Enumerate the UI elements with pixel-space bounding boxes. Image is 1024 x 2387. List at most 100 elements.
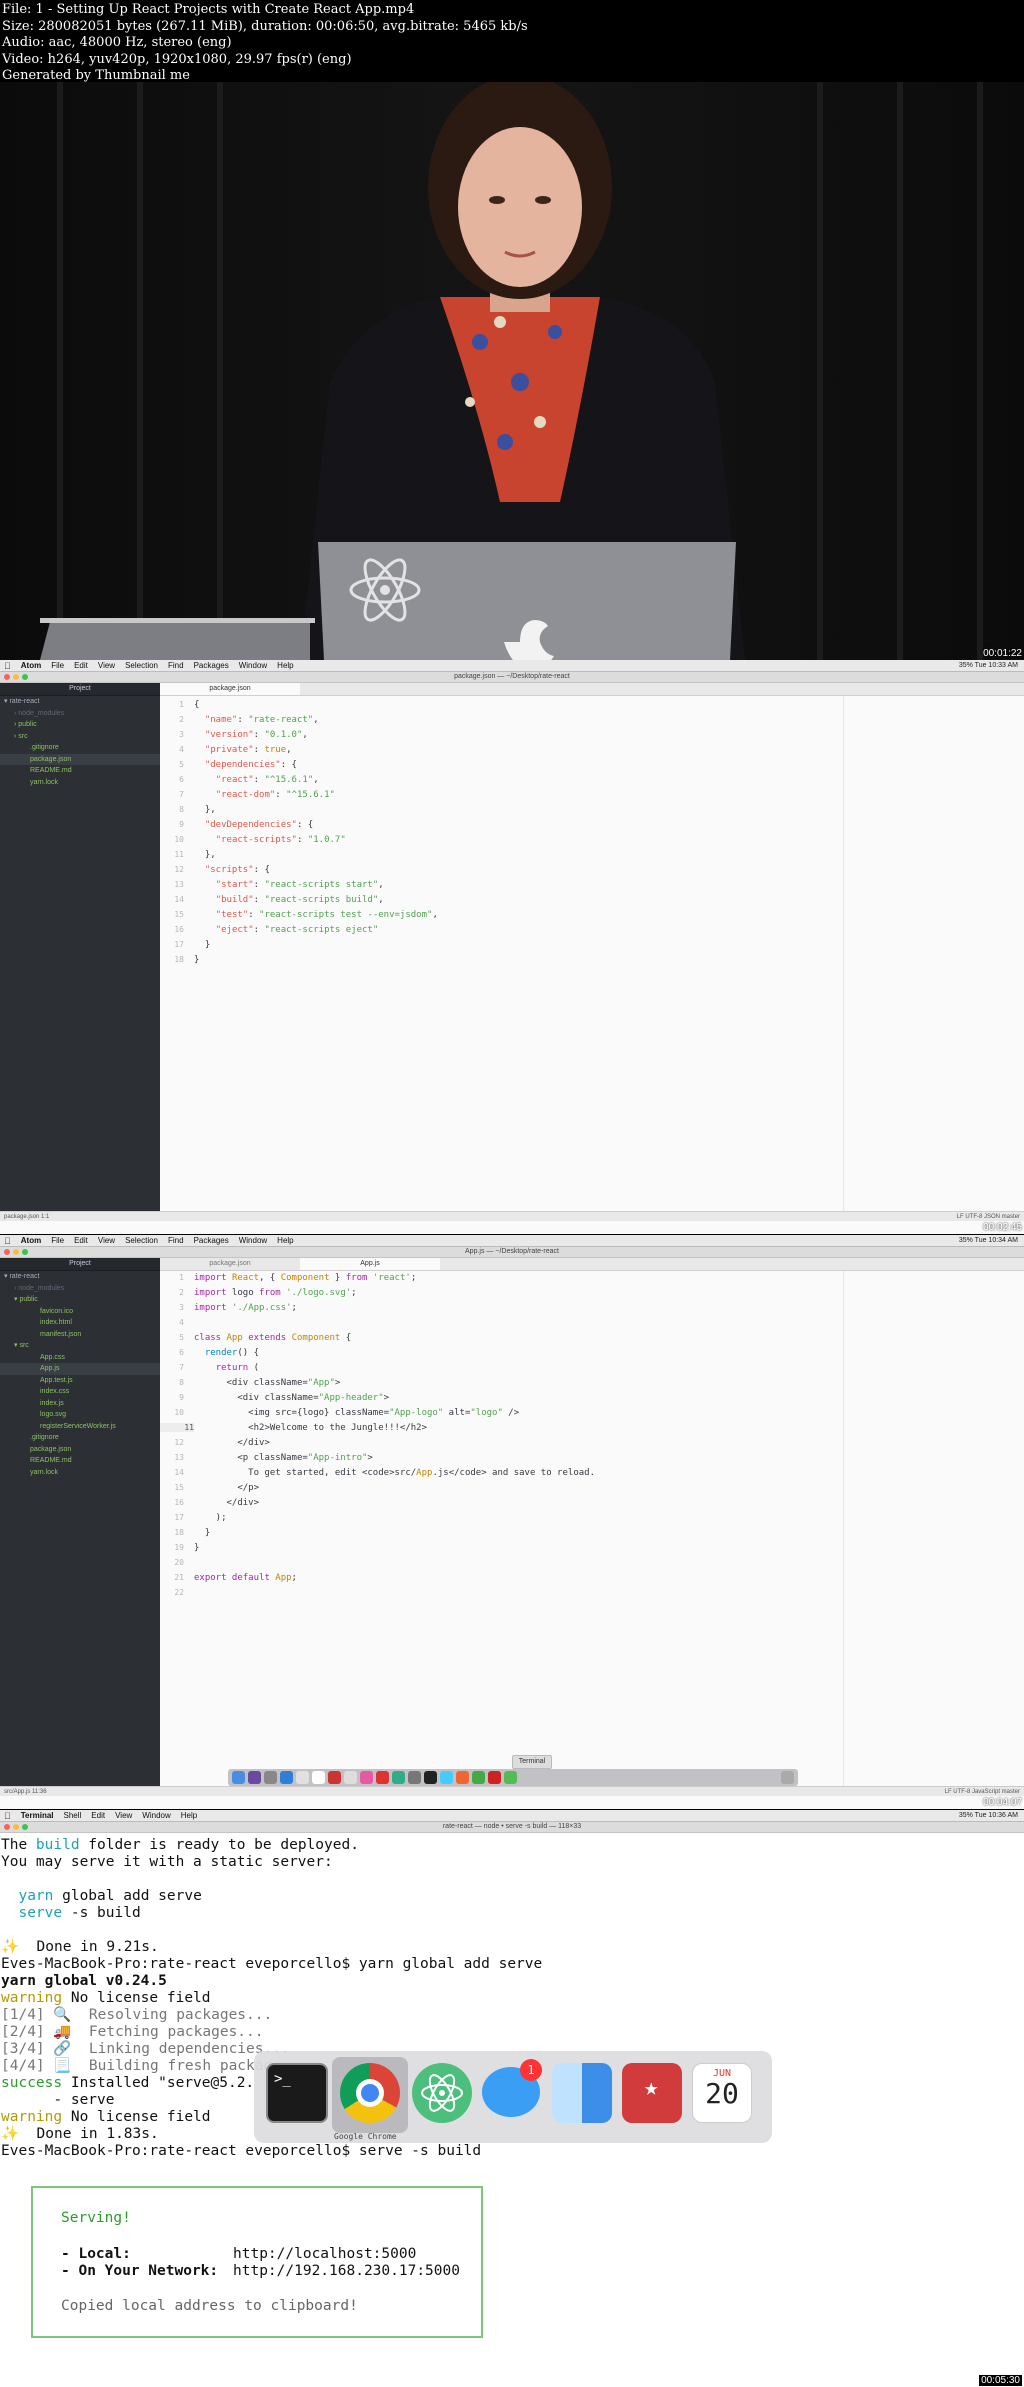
tree-item-folder[interactable]: › src bbox=[0, 731, 160, 743]
tree-item-root[interactable]: ▾ rate-react bbox=[0, 696, 160, 708]
tree-item-folder[interactable]: › public bbox=[0, 719, 160, 731]
trash-icon[interactable] bbox=[781, 1771, 794, 1784]
mac-menubar:  Atom File Edit View Selection Find Pac… bbox=[0, 1235, 1024, 1247]
tree-item-file[interactable]: package.json bbox=[0, 753, 160, 765]
local-url[interactable]: http://localhost:5000 bbox=[233, 2246, 416, 2262]
close-icon[interactable] bbox=[4, 1824, 10, 1830]
timestamp: 00:01:22 bbox=[983, 648, 1022, 659]
menu-file[interactable]: File bbox=[51, 1236, 64, 1245]
finder-icon[interactable] bbox=[552, 2063, 612, 2123]
tree-item-file[interactable]: logo.svg bbox=[0, 1409, 160, 1421]
minimize-icon[interactable] bbox=[13, 1824, 19, 1830]
tree-item-folder[interactable]: › node_modules bbox=[0, 1283, 160, 1295]
menu-edit[interactable]: Edit bbox=[91, 1811, 105, 1820]
tree-item-file[interactable]: yarn.lock bbox=[0, 1467, 160, 1479]
apple-icon[interactable]:  bbox=[4, 1811, 11, 1821]
zoom-icon[interactable] bbox=[22, 1249, 28, 1255]
tree-item-file[interactable]: index.css bbox=[0, 1386, 160, 1398]
network-url[interactable]: http://192.168.230.17:5000 bbox=[233, 2263, 460, 2279]
menu-view[interactable]: View bbox=[98, 661, 115, 670]
menu-file[interactable]: File bbox=[51, 661, 64, 670]
tree-item-file[interactable]: App.js bbox=[0, 1363, 160, 1375]
photos-icon[interactable] bbox=[344, 1771, 357, 1784]
tree-item-file[interactable]: yarn.lock bbox=[0, 777, 160, 789]
ibooks-icon[interactable] bbox=[376, 1771, 389, 1784]
tree-item-file[interactable]: App.css bbox=[0, 1352, 160, 1364]
messages-icon[interactable] bbox=[440, 1771, 453, 1784]
window-title: App.js — ~/Desktop/rate-react bbox=[465, 1248, 559, 1255]
terminal-icon[interactable] bbox=[424, 1771, 437, 1784]
safari-icon[interactable] bbox=[280, 1771, 293, 1784]
chrome-icon[interactable] bbox=[472, 1771, 485, 1784]
atom-icon[interactable] bbox=[504, 1771, 517, 1784]
tab-app-js[interactable]: App.js bbox=[300, 1258, 440, 1270]
zoom-icon[interactable] bbox=[22, 674, 28, 680]
preferences-icon[interactable] bbox=[408, 1771, 421, 1784]
menubar-app[interactable]: Atom bbox=[21, 1236, 41, 1245]
menu-edit[interactable]: Edit bbox=[74, 661, 88, 670]
tab-package-json[interactable]: package.json bbox=[160, 683, 300, 695]
siri-icon[interactable] bbox=[248, 1771, 261, 1784]
itunes-icon[interactable] bbox=[360, 1771, 373, 1784]
menubar-app[interactable]: Atom bbox=[21, 661, 41, 670]
tree-item-file[interactable]: .gitignore bbox=[0, 742, 160, 754]
menu-selection[interactable]: Selection bbox=[125, 661, 158, 670]
menu-find[interactable]: Find bbox=[168, 1236, 184, 1245]
wunderlist-icon[interactable] bbox=[488, 1771, 501, 1784]
apple-icon[interactable]:  bbox=[4, 661, 11, 671]
close-icon[interactable] bbox=[4, 674, 10, 680]
code-editor[interactable]: package.json 1{ 2 "name": "rate-react", … bbox=[160, 683, 1024, 1212]
notes-icon[interactable] bbox=[296, 1771, 309, 1784]
menu-packages[interactable]: Packages bbox=[194, 661, 229, 670]
menu-packages[interactable]: Packages bbox=[194, 1236, 229, 1245]
tree-item-file[interactable]: index.html bbox=[0, 1317, 160, 1329]
menu-view[interactable]: View bbox=[115, 1811, 132, 1820]
tree-item-root[interactable]: ▾ rate-react bbox=[0, 1271, 160, 1283]
tab-bar: package.json App.js bbox=[160, 1258, 1024, 1271]
info-line: File: 1 - Setting Up React Projects with… bbox=[2, 2, 415, 17]
menu-window[interactable]: Window bbox=[239, 1236, 267, 1245]
tree-item-folder[interactable]: › node_modules bbox=[0, 708, 160, 720]
menu-view[interactable]: View bbox=[98, 1236, 115, 1245]
finder-icon[interactable] bbox=[232, 1771, 245, 1784]
tree-item-file[interactable]: README.md bbox=[0, 1455, 160, 1467]
menu-selection[interactable]: Selection bbox=[125, 1236, 158, 1245]
wunderlist-icon[interactable]: ★ bbox=[622, 2063, 682, 2123]
zoom-icon[interactable] bbox=[22, 1824, 28, 1830]
menu-window[interactable]: Window bbox=[142, 1811, 170, 1820]
menu-help[interactable]: Help bbox=[277, 1236, 293, 1245]
app-store-icon[interactable] bbox=[392, 1771, 405, 1784]
tree-item-file[interactable]: App.test.js bbox=[0, 1375, 160, 1387]
launchpad-icon[interactable] bbox=[264, 1771, 277, 1784]
photo-booth-icon[interactable] bbox=[328, 1771, 341, 1784]
file-info: File: 1 - Setting Up React Projects with… bbox=[0, 0, 1024, 83]
tree-item-folder[interactable]: ▾ public bbox=[0, 1294, 160, 1306]
menu-window[interactable]: Window bbox=[239, 661, 267, 670]
calendar-icon[interactable] bbox=[312, 1771, 325, 1784]
atom-icon[interactable] bbox=[412, 2063, 472, 2123]
menu-shell[interactable]: Shell bbox=[64, 1811, 82, 1820]
code-editor[interactable]: package.json App.js 1 import React, { Com… bbox=[160, 1258, 1024, 1787]
minimize-icon[interactable] bbox=[13, 674, 19, 680]
minimize-icon[interactable] bbox=[13, 1249, 19, 1255]
firefox-icon[interactable] bbox=[456, 1771, 469, 1784]
tree-item-file[interactable]: manifest.json bbox=[0, 1329, 160, 1341]
tree-item-folder[interactable]: ▾ src bbox=[0, 1340, 160, 1352]
tree-item-file[interactable]: package.json bbox=[0, 1444, 160, 1456]
close-icon[interactable] bbox=[4, 1249, 10, 1255]
chrome-icon[interactable] bbox=[340, 2063, 400, 2123]
calendar-icon[interactable]: JUN 20 bbox=[692, 2063, 752, 2123]
menu-help[interactable]: Help bbox=[181, 1811, 197, 1820]
tree-item-file[interactable]: README.md bbox=[0, 765, 160, 777]
tree-item-file[interactable]: favicon.ico bbox=[0, 1306, 160, 1318]
menubar-app[interactable]: Terminal bbox=[21, 1811, 54, 1820]
tab-package-json[interactable]: package.json bbox=[160, 1258, 300, 1270]
apple-icon[interactable]:  bbox=[4, 1236, 11, 1246]
menu-help[interactable]: Help bbox=[277, 661, 293, 670]
menu-edit[interactable]: Edit bbox=[74, 1236, 88, 1245]
terminal-icon[interactable]: >_ bbox=[266, 2063, 328, 2123]
tree-item-file[interactable]: .gitignore bbox=[0, 1432, 160, 1444]
tree-item-file[interactable]: registerServiceWorker.js bbox=[0, 1421, 160, 1433]
tree-item-file[interactable]: index.js bbox=[0, 1398, 160, 1410]
menu-find[interactable]: Find bbox=[168, 661, 184, 670]
